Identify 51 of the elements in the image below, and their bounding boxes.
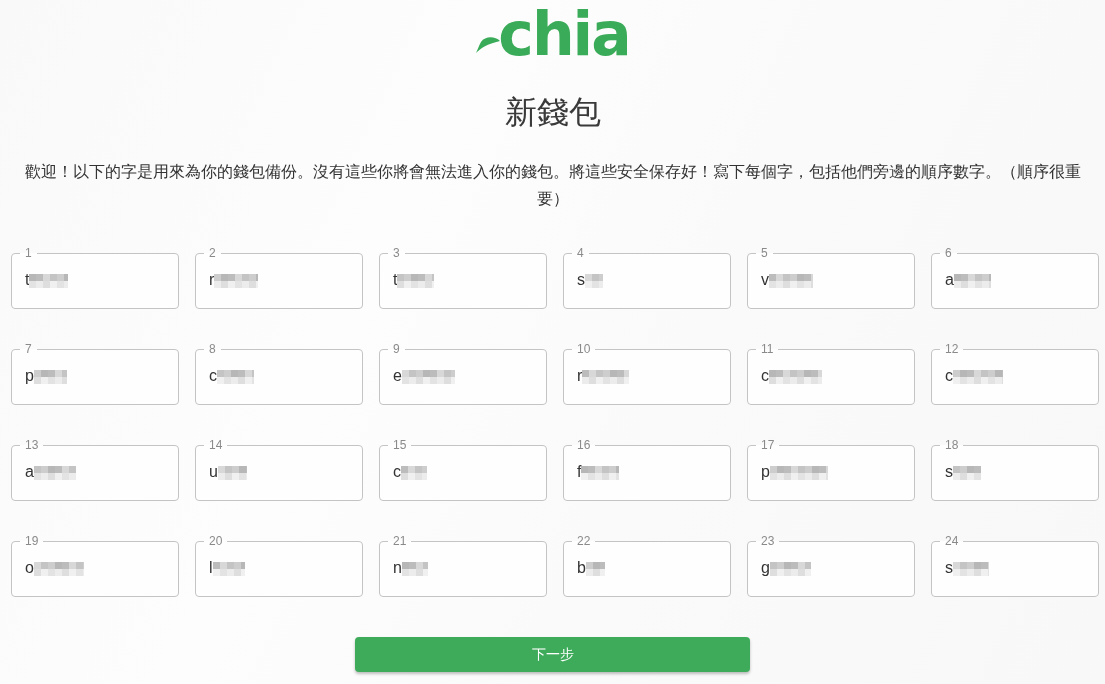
word-field[interactable]: 16 f bbox=[563, 439, 731, 501]
word-number: 16 bbox=[576, 439, 592, 451]
word-number: 5 bbox=[760, 247, 769, 259]
word-field[interactable]: 1 t bbox=[11, 247, 179, 309]
word-field[interactable]: 12 c bbox=[931, 343, 1099, 405]
word-field[interactable]: 3 t bbox=[379, 247, 547, 309]
word-number: 13 bbox=[24, 439, 40, 451]
word-number: 18 bbox=[944, 439, 960, 451]
word-number: 24 bbox=[944, 535, 960, 547]
word-field[interactable]: 17 p bbox=[747, 439, 915, 501]
word-number: 3 bbox=[392, 247, 401, 259]
word-number: 1 bbox=[24, 247, 33, 259]
word-number: 2 bbox=[208, 247, 217, 259]
word-number: 15 bbox=[392, 439, 408, 451]
word-field[interactable]: 24 s bbox=[931, 535, 1099, 597]
instructions-text: 歡迎！以下的字是用來為你的錢包備份。沒有這些你將會無法進入你的錢包。將這些安全保存好！寫下每個字，包括他們旁邊的順序數字。（順序很重要） bbox=[23, 162, 1082, 209]
word-number: 14 bbox=[208, 439, 224, 451]
word-number: 21 bbox=[392, 535, 408, 547]
word-number: 4 bbox=[576, 247, 585, 259]
word-field[interactable]: 8 c bbox=[195, 343, 363, 405]
word-field[interactable]: 7 p bbox=[11, 343, 179, 405]
word-field[interactable]: 15 c bbox=[379, 439, 547, 501]
word-field[interactable]: 21 n bbox=[379, 535, 547, 597]
word-field[interactable]: 13 a bbox=[11, 439, 179, 501]
word-number: 10 bbox=[576, 343, 592, 355]
word-number: 11 bbox=[760, 343, 775, 355]
word-field[interactable]: 4 s bbox=[563, 247, 731, 309]
word-field[interactable]: 23 g bbox=[747, 535, 915, 597]
word-number: 7 bbox=[24, 343, 33, 355]
word-number: 9 bbox=[392, 343, 401, 355]
word-number: 12 bbox=[944, 343, 960, 355]
word-field[interactable]: 19 o bbox=[11, 535, 179, 597]
word-field[interactable]: 2 r bbox=[195, 247, 363, 309]
word-field[interactable]: 22 b bbox=[563, 535, 731, 597]
word-number: 17 bbox=[760, 439, 776, 451]
word-number: 20 bbox=[208, 535, 224, 547]
logo-wordmark: chia bbox=[498, 3, 630, 65]
word-number: 6 bbox=[944, 247, 953, 259]
word-number: 19 bbox=[24, 535, 40, 547]
word-number: 23 bbox=[760, 535, 776, 547]
word-field[interactable]: 18 s bbox=[931, 439, 1099, 501]
page-title: 新錢包 bbox=[504, 93, 601, 132]
word-field[interactable]: 11 c bbox=[747, 343, 915, 405]
word-field[interactable]: 14 u bbox=[195, 439, 363, 501]
word-field[interactable]: 20 l bbox=[195, 535, 363, 597]
word-number: 8 bbox=[208, 343, 217, 355]
word-field[interactable]: 10 r bbox=[563, 343, 731, 405]
word-field[interactable]: 6 a bbox=[931, 247, 1099, 309]
word-field[interactable]: 9 e bbox=[379, 343, 547, 405]
word-field[interactable]: 5 v bbox=[747, 247, 915, 309]
word-number: 22 bbox=[576, 535, 592, 547]
